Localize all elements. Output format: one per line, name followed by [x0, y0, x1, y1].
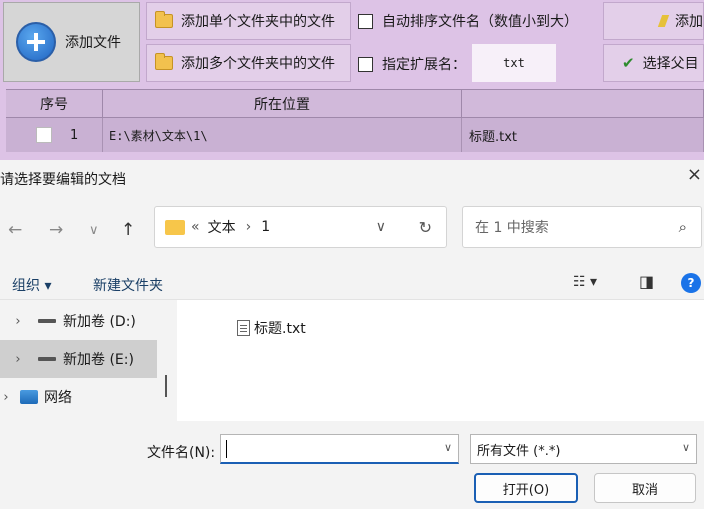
ext-input[interactable]: txt — [472, 44, 556, 82]
tag-icon — [657, 15, 670, 27]
folder-icon — [155, 53, 173, 70]
file-list: 标题.txt — [177, 300, 704, 421]
background-app: 添加文件 添加单个文件夹中的文件 添加多个文件夹中的文件 自动排序文件名（数值小… — [0, 0, 704, 160]
auto-sort-label: 自动排序文件名（数值小到大） — [382, 14, 578, 30]
add-multi-folder-label: 添加多个文件夹中的文件 — [181, 56, 335, 72]
preview-pane-icon[interactable]: ◨ — [639, 272, 654, 291]
add-file-label: 添加文件 — [65, 35, 121, 51]
cancel-button[interactable]: 取消 — [594, 473, 696, 503]
forward-arrow-icon[interactable]: → — [49, 220, 63, 240]
add-right-button[interactable]: 添加 — [603, 2, 704, 40]
refresh-icon[interactable]: ↻ — [419, 218, 432, 237]
expand-arrow-icon[interactable]: › — [0, 390, 12, 405]
search-placeholder: 在 1 中搜索 — [475, 220, 549, 236]
path-separator-icon: › — [245, 219, 252, 235]
add-multi-folder-button[interactable]: 添加多个文件夹中的文件 — [146, 44, 351, 82]
row-index: 1 — [70, 127, 79, 143]
new-folder-button[interactable]: 新建文件夹 — [93, 275, 163, 295]
tree-item-label: 新加卷 (D:) — [63, 314, 136, 330]
check-icon: ✔ — [622, 54, 635, 72]
filetype-select[interactable]: 所有文件 (*.*) ∨ — [470, 434, 697, 464]
header-location[interactable]: 所在位置 — [103, 90, 462, 117]
checkbox-box[interactable] — [358, 13, 373, 29]
address-bar[interactable]: « 文本 › 1 ∨ ↻ — [154, 206, 447, 248]
file-grid: 序号 所在位置 1 E:\素材\文本\1\ 标题.txt — [6, 89, 704, 152]
file-name: 标题.txt — [254, 321, 306, 337]
path-segment-folder[interactable]: 文本 — [208, 217, 236, 237]
folder-icon — [155, 11, 173, 28]
chevron-down-icon[interactable]: ∨ — [682, 441, 690, 454]
ext-checkbox[interactable]: 指定扩展名： — [358, 54, 466, 74]
table-row[interactable]: 1 E:\素材\文本\1\ 标题.txt — [6, 118, 704, 152]
add-single-folder-label: 添加单个文件夹中的文件 — [181, 14, 335, 30]
path-overflow[interactable]: « — [191, 219, 200, 235]
tree-item-drive-e[interactable]: › 新加卷 (E:) — [0, 340, 157, 378]
navigation-pane: › 新加卷 (D:) › 新加卷 (E:) › 网络 — [0, 300, 157, 421]
auto-sort-checkbox[interactable]: 自动排序文件名（数值小到大） — [358, 11, 578, 31]
view-options-icon[interactable]: ☷ ▾ — [573, 274, 597, 290]
row-checkbox[interactable] — [36, 127, 52, 143]
tree-item-label: 新加卷 (E:) — [63, 352, 134, 368]
scrollbar-thumb[interactable] — [165, 375, 167, 397]
chevron-down-icon[interactable]: ∨ — [376, 219, 386, 235]
text-caret — [226, 440, 227, 458]
chevron-down-icon[interactable]: ∨ — [444, 441, 452, 454]
drive-icon — [38, 357, 56, 361]
cell-name: 标题.txt — [462, 118, 704, 152]
add-file-button[interactable]: 添加文件 — [3, 2, 140, 82]
cell-location: E:\素材\文本\1\ — [103, 118, 462, 152]
search-icon[interactable]: ⌕ — [679, 218, 687, 236]
text-file-icon — [237, 320, 250, 336]
filetype-value: 所有文件 (*.*) — [477, 443, 561, 459]
header-name[interactable] — [462, 90, 704, 117]
select-parent-label: 选择父目 — [642, 56, 699, 72]
up-arrow-icon[interactable]: ↑ — [121, 220, 135, 240]
tree-item-label: 网络 — [44, 390, 72, 406]
network-icon — [20, 390, 38, 404]
drive-icon — [38, 319, 56, 323]
tree-item-drive-d[interactable]: › 新加卷 (D:) — [0, 302, 157, 340]
add-single-folder-button[interactable]: 添加单个文件夹中的文件 — [146, 2, 351, 40]
add-right-label: 添加 — [675, 14, 703, 30]
dialog-title: 请选择要编辑的文档 — [0, 172, 126, 188]
path-segment-current[interactable]: 1 — [261, 219, 270, 235]
select-parent-button[interactable]: ✔ 选择父目 — [603, 44, 704, 82]
checkbox-box[interactable] — [358, 56, 373, 72]
file-item[interactable]: 标题.txt — [237, 318, 306, 338]
tree-item-network[interactable]: › 网络 — [0, 378, 157, 416]
cell-index: 1 — [6, 118, 103, 152]
recent-chevron-icon[interactable]: ∨ — [89, 223, 99, 238]
file-open-dialog: 请选择要编辑的文档 × ← → ∨ ↑ « 文本 › 1 ∨ ↻ 在 1 中搜索… — [0, 160, 704, 509]
back-arrow-icon[interactable]: ← — [8, 220, 22, 240]
filename-input[interactable]: ∨ — [220, 434, 459, 464]
open-button[interactable]: 打开(O) — [474, 473, 578, 503]
grid-header: 序号 所在位置 — [6, 89, 704, 118]
expand-arrow-icon[interactable]: › — [6, 352, 30, 367]
close-icon[interactable]: × — [687, 164, 702, 185]
folder-icon — [165, 219, 185, 235]
ext-label: 指定扩展名： — [382, 57, 466, 73]
help-icon[interactable]: ? — [681, 273, 701, 293]
expand-arrow-icon[interactable]: › — [6, 314, 30, 329]
search-input[interactable]: 在 1 中搜索 ⌕ — [462, 206, 702, 248]
organize-menu[interactable]: 组织 ▾ — [12, 275, 51, 295]
filename-label: 文件名(N): — [147, 445, 216, 461]
header-index[interactable]: 序号 — [6, 90, 103, 117]
add-circle-icon — [16, 22, 56, 62]
